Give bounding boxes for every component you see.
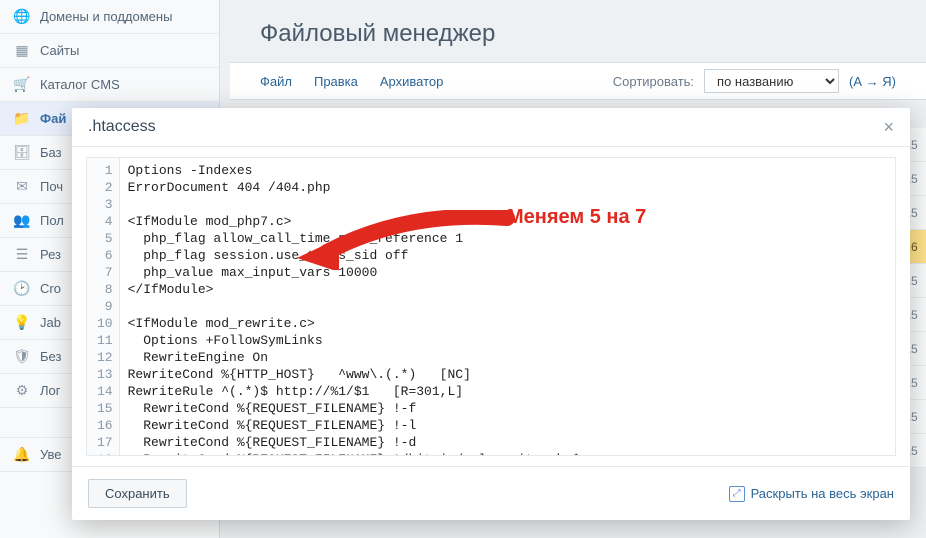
code-line[interactable]: php_value max_input_vars 10000 xyxy=(128,264,580,281)
line-number: 18 xyxy=(97,451,113,456)
bell-icon: 🔔 xyxy=(14,447,30,463)
sidebar-item-label: Уве xyxy=(40,447,62,462)
folder-icon: 📁 xyxy=(14,111,30,127)
grid-icon: ▦ xyxy=(14,43,30,59)
code-line[interactable]: <IfModule mod_rewrite.c> xyxy=(128,315,580,332)
modal-title: .htaccess xyxy=(88,118,156,136)
save-button[interactable]: Сохранить xyxy=(88,479,187,508)
close-icon[interactable]: × xyxy=(883,118,894,136)
line-number: 2 xyxy=(97,179,113,196)
mail-icon: ✉ xyxy=(14,179,30,195)
code-line[interactable]: RewriteEngine On xyxy=(128,349,580,366)
line-number: 3 xyxy=(97,196,113,213)
page-title: Файловый менеджер xyxy=(230,0,926,62)
sidebar-item-label: Рез xyxy=(40,247,61,262)
code-line[interactable]: RewriteCond %{REQUEST_FILENAME} !/bitrix… xyxy=(128,451,580,456)
line-number: 9 xyxy=(97,298,113,315)
fullscreen-label: Раскрыть на весь экран xyxy=(751,486,894,501)
sidebar-item-sites[interactable]: ▦ Сайты xyxy=(0,34,219,68)
bulb-icon: 💡 xyxy=(14,315,30,331)
line-number: 15 xyxy=(97,400,113,417)
line-number: 8 xyxy=(97,281,113,298)
sidebar-item-label: Jab xyxy=(40,315,61,330)
sidebar-item-label: Лог xyxy=(40,383,61,398)
line-number: 16 xyxy=(97,417,113,434)
menu-archive[interactable]: Архиватор xyxy=(380,74,444,89)
cart-icon: 🛒 xyxy=(14,77,30,93)
code-line[interactable]: Options -Indexes xyxy=(128,162,580,179)
main: Файловый менеджер Файл Правка Архиватор … xyxy=(230,0,926,100)
menu-file[interactable]: Файл xyxy=(260,74,292,89)
line-number: 12 xyxy=(97,349,113,366)
code-line[interactable]: <IfModule mod_php7.c> xyxy=(128,213,580,230)
code-content[interactable]: Options -IndexesErrorDocument 404 /404.p… xyxy=(120,158,588,456)
line-number: 6 xyxy=(97,247,113,264)
expand-icon: ⤢ xyxy=(729,486,745,502)
code-line[interactable]: </IfModule> xyxy=(128,281,580,298)
code-line[interactable]: RewriteCond %{REQUEST_FILENAME} !-l xyxy=(128,417,580,434)
code-line[interactable] xyxy=(128,298,580,315)
modal-footer: Сохранить ⤢ Раскрыть на весь экран xyxy=(72,466,910,520)
sidebar-item-label: Пол xyxy=(40,213,64,228)
line-number: 10 xyxy=(97,315,113,332)
sidebar-item-label: Баз xyxy=(40,145,62,160)
code-line[interactable]: ErrorDocument 404 /404.php xyxy=(128,179,580,196)
database-icon: 🗄 xyxy=(14,145,30,161)
globe-icon: 🌐 xyxy=(14,9,30,25)
code-line[interactable]: php_flag session.use_trans_sid off xyxy=(128,247,580,264)
sidebar-item-label: Фай xyxy=(40,111,66,126)
code-editor[interactable]: 1234567891011121314151617181920212223 Op… xyxy=(86,157,896,456)
line-number: 7 xyxy=(97,264,113,281)
sidebar-item-label: Каталог CMS xyxy=(40,77,120,92)
stack-icon: ☰ xyxy=(14,247,30,263)
clock-icon: 🕑 xyxy=(14,281,30,297)
line-number: 13 xyxy=(97,366,113,383)
line-number: 4 xyxy=(97,213,113,230)
sidebar-item-label: Домены и поддомены xyxy=(40,9,172,24)
line-number: 11 xyxy=(97,332,113,349)
sidebar-item-label: Сайты xyxy=(40,43,79,58)
editor-modal: .htaccess × 1234567891011121314151617181… xyxy=(72,108,910,520)
sidebar-item-label: Без xyxy=(40,349,61,364)
users-icon: 👥 xyxy=(14,213,30,229)
gear-icon: ⚙ xyxy=(14,383,30,399)
line-gutter: 1234567891011121314151617181920212223 xyxy=(87,158,120,456)
sidebar-item-cms[interactable]: 🛒 Каталог CMS xyxy=(0,68,219,102)
code-line[interactable]: RewriteCond %{REQUEST_FILENAME} !-f xyxy=(128,400,580,417)
code-line[interactable]: RewriteRule ^(.*)$ http://%1/$1 [R=301,L… xyxy=(128,383,580,400)
fullscreen-button[interactable]: ⤢ Раскрыть на весь экран xyxy=(729,486,894,502)
sidebar-item-label: Cro xyxy=(40,281,61,296)
sort-direction[interactable]: (А → Я) xyxy=(849,74,896,89)
line-number: 17 xyxy=(97,434,113,451)
sort-select[interactable]: по названию xyxy=(704,69,839,93)
sidebar-item-label: Поч xyxy=(40,179,63,194)
menu-edit[interactable]: Правка xyxy=(314,74,358,89)
code-line[interactable]: RewriteCond %{REQUEST_FILENAME} !-d xyxy=(128,434,580,451)
modal-header: .htaccess × xyxy=(72,108,910,147)
code-line[interactable] xyxy=(128,196,580,213)
sort-group: Сортировать: по названию (А → Я) xyxy=(613,69,896,93)
line-number: 1 xyxy=(97,162,113,179)
sort-label: Сортировать: xyxy=(613,74,694,89)
code-line[interactable]: php_flag allow_call_time_pass_reference … xyxy=(128,230,580,247)
shield-icon: 🛡 xyxy=(14,349,30,365)
line-number: 14 xyxy=(97,383,113,400)
code-line[interactable]: RewriteCond %{HTTP_HOST} ^www\.(.*) [NC] xyxy=(128,366,580,383)
fm-toolbar: Файл Правка Архиватор Сортировать: по на… xyxy=(230,62,926,100)
line-number: 5 xyxy=(97,230,113,247)
code-line[interactable]: Options +FollowSymLinks xyxy=(128,332,580,349)
sidebar-item-domains[interactable]: 🌐 Домены и поддомены xyxy=(0,0,219,34)
